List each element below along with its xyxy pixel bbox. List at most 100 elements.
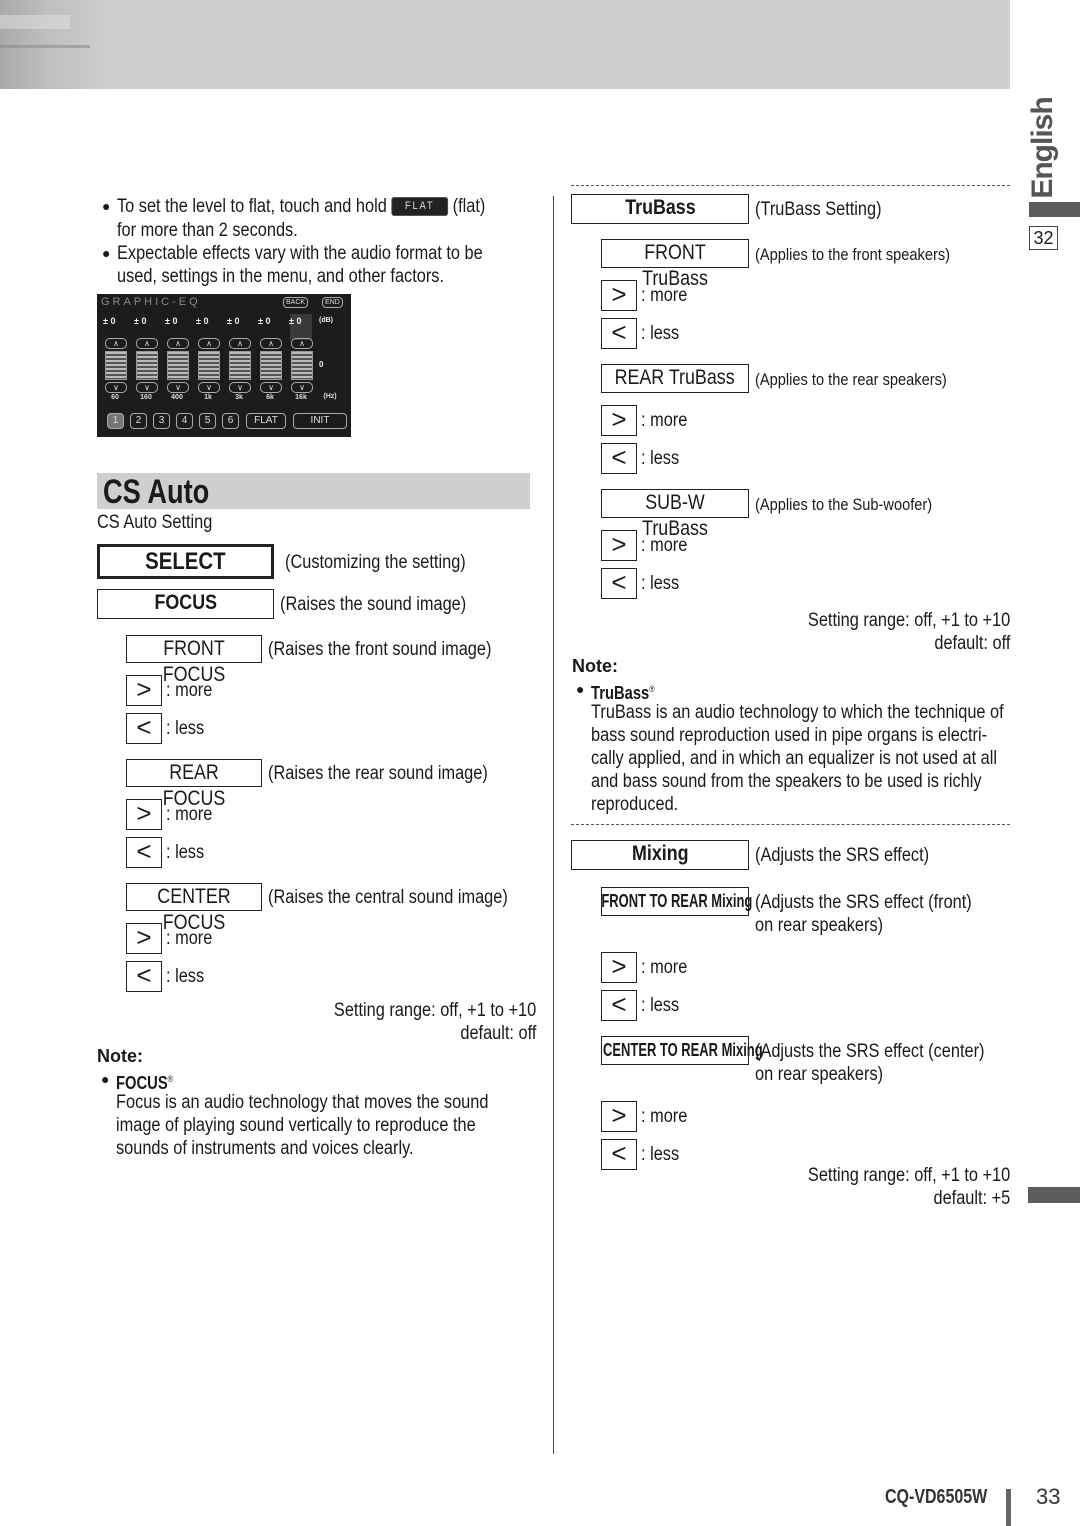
more-label: : more — [641, 410, 688, 431]
trubass-item-button[interactable]: FRONT TruBass — [601, 239, 749, 290]
more-arrow-icon: > — [601, 530, 637, 561]
intro-text: (flat) — [452, 196, 486, 217]
eq-down-arrow-icon[interactable]: ∨ — [229, 382, 251, 393]
mixing-item-desc: (Adjusts the SRS effect (front) — [755, 892, 972, 913]
eq-down-arrow-icon[interactable]: ∨ — [136, 382, 158, 393]
eq-down-arrow-icon[interactable]: ∨ — [167, 382, 189, 393]
focus-item-button[interactable]: CENTER FOCUS — [126, 883, 262, 934]
eq-band-freq: 60 — [111, 394, 119, 401]
less-arrow-icon: < — [601, 318, 637, 349]
eq-band-level: ± 0 — [289, 316, 302, 326]
focus-note-line: image of playing sound vertically to rep… — [116, 1115, 476, 1136]
eq-down-arrow-icon[interactable]: ∨ — [291, 382, 313, 393]
trubass-desc: (TruBass Setting) — [755, 199, 882, 220]
eq-title: GRAPHIC-EQ — [101, 296, 201, 308]
eq-end-button[interactable]: END — [322, 297, 343, 308]
more-arrow-icon: > — [126, 675, 162, 706]
eq-band-freq: 1k — [204, 394, 212, 401]
eq-up-arrow-icon[interactable]: ∧ — [167, 338, 189, 349]
select-button[interactable]: SELECT — [97, 544, 274, 579]
eq-down-arrow-icon[interactable]: ∨ — [105, 382, 127, 393]
more-arrow-icon: > — [126, 799, 162, 830]
more-arrow-icon: > — [126, 923, 162, 954]
eq-down-arrow-icon[interactable]: ∨ — [260, 382, 282, 393]
mixing-item-label: CENTER TO REAR Mixing — [603, 1040, 763, 1060]
less-arrow-icon: < — [601, 568, 637, 599]
less-label: : less — [166, 966, 205, 987]
mixing-button[interactable]: Mixing — [571, 840, 749, 870]
section-title: CS Auto — [103, 473, 210, 511]
eq-zero-label: 0 — [319, 360, 324, 369]
intro-bullet-1: To set the level to flat, touch and hold… — [102, 195, 545, 218]
column-divider — [553, 196, 554, 1454]
intro-text: To set the level to flat, touch and hold — [117, 196, 387, 217]
eq-preset-button[interactable]: 1 — [107, 413, 124, 429]
eq-band-slider[interactable] — [260, 351, 282, 380]
focus-setting-range: Setting range: off, +1 to +10 — [333, 1000, 536, 1021]
eq-db-unit: (dB) — [319, 317, 333, 324]
eq-band-slider[interactable] — [198, 351, 220, 380]
eq-band-slider[interactable] — [167, 351, 189, 380]
eq-preset-button[interactable]: 4 — [176, 413, 193, 429]
less-label: : less — [166, 718, 205, 739]
eq-band-slider[interactable] — [291, 351, 313, 380]
eq-preset-button[interactable]: 6 — [222, 413, 239, 429]
trubass-note-line: cally applied, and in which an equalizer… — [591, 748, 998, 769]
trubass-item-desc: (Applies to the rear speakers) — [755, 370, 947, 389]
mixing-item-button[interactable]: FRONT TO REAR Mixing — [601, 887, 753, 916]
trubass-note-line: and bass sound from the speakers to be u… — [591, 771, 982, 792]
eq-preset-button[interactable]: 2 — [130, 413, 147, 429]
eq-flat-button[interactable]: FLAT — [246, 413, 286, 429]
eq-up-arrow-icon[interactable]: ∧ — [136, 338, 158, 349]
eq-up-arrow-icon[interactable]: ∧ — [198, 338, 220, 349]
eq-up-arrow-icon[interactable]: ∧ — [105, 338, 127, 349]
header-band — [0, 0, 1010, 89]
more-label: : more — [641, 1106, 688, 1127]
eq-back-button[interactable]: BACK — [283, 297, 309, 308]
mixing-desc: (Adjusts the SRS effect) — [755, 845, 930, 866]
eq-band-level: ± 0 — [196, 316, 209, 326]
eq-up-arrow-icon[interactable]: ∧ — [229, 338, 251, 349]
eq-preset-button[interactable]: 5 — [199, 413, 216, 429]
eq-preset-button[interactable]: 3 — [153, 413, 170, 429]
eq-band-slider[interactable] — [229, 351, 251, 380]
focus-item-button[interactable]: REAR FOCUS — [126, 759, 262, 810]
trubass-item-button[interactable]: REAR TruBass — [601, 364, 749, 393]
eq-init-button[interactable]: INIT — [293, 413, 347, 429]
trubass-setting-range: Setting range: off, +1 to +10 — [807, 610, 1010, 631]
eq-down-arrow-icon[interactable]: ∨ — [198, 382, 220, 393]
eq-band-slider[interactable] — [105, 351, 127, 380]
focus-item-button[interactable]: FRONT FOCUS — [126, 635, 262, 686]
focus-button[interactable]: FOCUS — [97, 589, 274, 619]
focus-desc: (Raises the sound image) — [280, 594, 467, 615]
graphic-eq-screen: GRAPHIC-EQ BACK END (dB) ± 0 ∧ ∨ 60 ± 0 ∧ ∨ 160… — [97, 294, 351, 437]
focus-note-heading: Note: — [97, 1046, 143, 1066]
mixing-item-button[interactable]: CENTER TO REAR Mixing — [601, 1036, 763, 1065]
trubass-item-button[interactable]: SUB-W TruBass — [601, 489, 749, 540]
eq-band-freq: 400 — [171, 394, 183, 401]
side-tab-bar — [1029, 202, 1080, 217]
eq-up-arrow-icon[interactable]: ∧ — [260, 338, 282, 349]
eq-hz-unit: (Hz) — [323, 393, 337, 400]
model-number: CQ-VD6505W — [885, 1486, 988, 1508]
eq-up-arrow-icon[interactable]: ∧ — [291, 338, 313, 349]
focus-note-line: Focus is an audio technology that moves … — [116, 1092, 489, 1113]
trubass-note-line: TruBass is an audio technology to which … — [591, 702, 1004, 723]
focus-note-line: sounds of instruments and voices clearly… — [116, 1138, 414, 1159]
focus-item-desc: (Raises the central sound image) — [268, 887, 508, 908]
more-label: : more — [166, 928, 213, 949]
trubass-note-line: bass sound reproduction used in pipe org… — [591, 725, 988, 746]
less-label: : less — [641, 323, 680, 344]
eq-band-level: ± 0 — [103, 316, 116, 326]
less-arrow-icon: < — [126, 837, 162, 868]
language-tab: English — [1026, 96, 1059, 199]
more-label: : more — [166, 680, 213, 701]
more-arrow-icon: > — [601, 952, 637, 983]
mixing-item-label: FRONT TO REAR Mixing — [601, 891, 753, 911]
eq-band-freq: 3k — [235, 394, 243, 401]
less-arrow-icon: < — [601, 1139, 637, 1170]
trubass-item-desc: (Applies to the front speakers) — [755, 245, 951, 264]
eq-band-slider[interactable] — [136, 351, 158, 380]
less-label: : less — [641, 1144, 680, 1165]
trubass-button[interactable]: TruBass — [571, 194, 749, 224]
